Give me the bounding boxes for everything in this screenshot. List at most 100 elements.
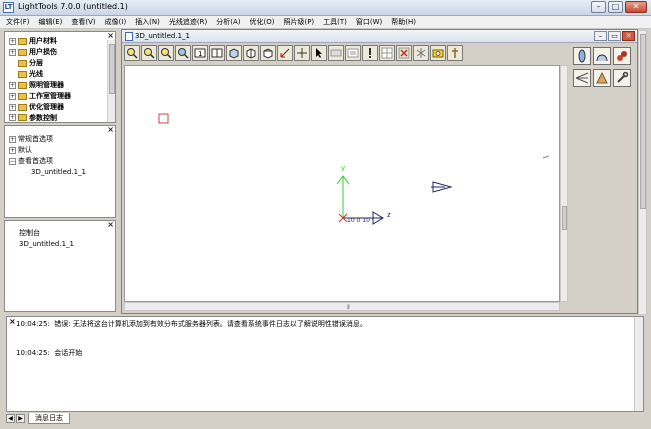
tree-item[interactable]: + 优化管理器	[9, 102, 64, 112]
scrollbar[interactable]	[107, 40, 115, 122]
menu-edit[interactable]: 编辑(E)	[39, 17, 63, 27]
tree-item[interactable]: + 用户损伤	[9, 47, 57, 57]
message-tab-bar: ◀ ▶ 消息日志	[6, 412, 644, 424]
sensor-icon[interactable]	[447, 45, 463, 61]
menu-raytrace[interactable]: 光线追迹(R)	[169, 17, 207, 27]
scroll-thumb[interactable]	[109, 44, 115, 94]
tree-item[interactable]: + 照明管理器	[9, 80, 64, 90]
expand-icon[interactable]: +	[9, 146, 16, 154]
minimize-button[interactable]: –	[591, 1, 606, 13]
menu-tools[interactable]: 工具(T)	[323, 17, 347, 27]
tree-item[interactable]: + 工作室管理器	[9, 91, 71, 101]
folder-icon	[18, 37, 27, 45]
scroll-grip-icon[interactable]: ⦀	[347, 304, 350, 312]
console-tree-panel: × 控制台 3D_untitled.1_1	[4, 220, 116, 312]
folder-icon	[18, 103, 27, 111]
menu-file[interactable]: 文件(F)	[6, 17, 30, 27]
close-button[interactable]: ✕	[625, 1, 647, 13]
tree-item[interactable]: + 参数控制	[9, 113, 57, 122]
log-scrollbar[interactable]	[634, 317, 643, 411]
close-icon[interactable]: ×	[9, 317, 16, 326]
expand-icon[interactable]: +	[9, 114, 16, 121]
3d-viewport[interactable]: y z 10 0 10	[124, 65, 560, 302]
tree-item[interactable]: + 默认	[9, 145, 32, 155]
folder-icon	[18, 81, 27, 89]
tree-item[interactable]: 分层	[18, 58, 43, 68]
front-view-icon[interactable]	[243, 45, 259, 61]
menu-view[interactable]: 查看(V)	[71, 17, 95, 27]
zoom-out-icon[interactable]	[141, 45, 157, 61]
expand-icon[interactable]: +	[9, 92, 16, 100]
doc-minimize-button[interactable]: –	[594, 31, 607, 41]
tab-next-icon[interactable]: ▶	[16, 413, 25, 423]
mirror-icon[interactable]	[593, 47, 611, 65]
tree-item[interactable]: + 常规首选项	[9, 134, 53, 144]
folder-icon	[18, 59, 27, 67]
scroll-thumb[interactable]	[562, 206, 567, 230]
viewport-hscroll[interactable]: ⦀	[124, 302, 560, 311]
expand-icon[interactable]: +	[9, 135, 16, 143]
close-icon[interactable]: ×	[107, 220, 114, 229]
close-icon[interactable]: ×	[107, 125, 114, 134]
collapse-icon[interactable]: −	[9, 157, 16, 165]
menu-bar: 文件(F) 编辑(E) 查看(V) 成像(I) 插入(N) 光线追迹(R) 分析…	[0, 16, 651, 29]
maximize-button[interactable]: □	[608, 1, 623, 13]
close-icon[interactable]: ×	[107, 31, 114, 40]
list-icon[interactable]	[345, 45, 361, 61]
probe-icon[interactable]	[430, 45, 446, 61]
info-icon[interactable]	[362, 45, 378, 61]
pan-icon[interactable]	[294, 45, 310, 61]
select-icon[interactable]	[311, 45, 327, 61]
window-title: LightTools 7.0.0 (untitled.1)	[18, 2, 128, 11]
doc-close-button[interactable]: ✕	[622, 31, 635, 41]
prism-icon[interactable]	[593, 69, 611, 87]
zoom-window-icon[interactable]	[158, 45, 174, 61]
expand-icon[interactable]: +	[9, 103, 16, 111]
tree-item[interactable]: 控制台	[19, 228, 40, 238]
expand-icon[interactable]: +	[9, 37, 16, 45]
tree-item[interactable]: − 查看首选项	[9, 156, 53, 166]
zoom-in-icon[interactable]	[124, 45, 140, 61]
rotate-icon[interactable]	[277, 45, 293, 61]
grid-icon[interactable]	[379, 45, 395, 61]
viewport-vscroll[interactable]	[560, 65, 568, 302]
tree-item[interactable]: 3D_untitled.1_1	[19, 239, 74, 249]
svg-text:1: 1	[198, 50, 202, 58]
menu-optimize[interactable]: 优化(O)	[249, 17, 274, 27]
spectrum-icon[interactable]	[413, 45, 429, 61]
menu-photoreal[interactable]: 照片级(P)	[283, 17, 314, 27]
expand-icon[interactable]: +	[9, 48, 16, 56]
log-line: 10:04:25: 错误: 无法将这台计算机添加到有效分布式服务器列表。请查看系…	[16, 320, 367, 328]
menu-imaging[interactable]: 成像(I)	[105, 17, 127, 27]
view-2-icon[interactable]	[209, 45, 225, 61]
lens-icon[interactable]	[573, 47, 591, 65]
side-view-icon[interactable]	[260, 45, 276, 61]
ray-fan-icon[interactable]	[573, 69, 591, 87]
tree-item[interactable]: 3D_untitled.1_1	[31, 167, 86, 177]
menu-help[interactable]: 帮助(H)	[391, 17, 416, 27]
iso-view-icon[interactable]	[226, 45, 242, 61]
menu-analysis[interactable]: 分析(A)	[216, 17, 240, 27]
doc-restore-button[interactable]: ▭	[608, 31, 621, 41]
tree-item[interactable]: 光线	[18, 69, 43, 79]
wrench-icon[interactable]	[613, 69, 631, 87]
selection-marker	[158, 113, 169, 124]
axis-scale-label: 10 0 10	[347, 217, 370, 224]
tree-item[interactable]: + 用户材料	[9, 36, 57, 46]
fit-icon[interactable]	[175, 45, 191, 61]
tab-prev-icon[interactable]: ◀	[6, 413, 15, 423]
scroll-thumb[interactable]	[640, 34, 646, 209]
tick-mark	[542, 155, 550, 159]
folder-icon	[18, 48, 27, 56]
solid-icon[interactable]	[613, 47, 631, 65]
message-log-panel: × 10:04:25: 错误: 无法将这台计算机添加到有效分布式服务器列表。请查…	[6, 316, 644, 412]
preferences-tree-panel: × + 常规首选项 + 默认 − 查看首选项 3D_untitled.1_1	[4, 125, 116, 218]
expand-icon[interactable]: +	[9, 81, 16, 89]
menu-window[interactable]: 窗口(W)	[356, 17, 382, 27]
light-icon[interactable]	[396, 45, 412, 61]
dim-icon[interactable]	[328, 45, 344, 61]
menu-insert[interactable]: 插入(N)	[135, 17, 160, 27]
tab-message-log[interactable]: 消息日志	[28, 412, 70, 424]
view-1-icon[interactable]: 1	[192, 45, 208, 61]
main-vscroll[interactable]	[638, 30, 647, 315]
